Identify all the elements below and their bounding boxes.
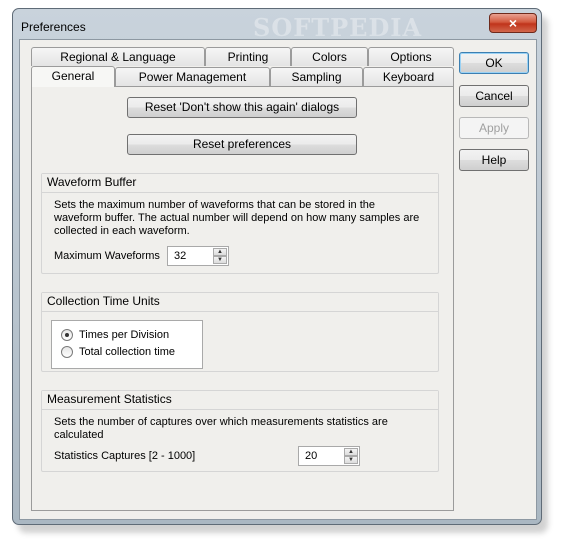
waveform-buffer-title: Waveform Buffer (42, 174, 438, 193)
preferences-window: SOFTPEDIA Preferences × Regional & Langu… (12, 8, 542, 525)
spin-down-icon[interactable]: ▼ (213, 256, 227, 264)
tab-sampling[interactable]: Sampling (270, 67, 363, 86)
radio-total-collection-time[interactable] (61, 346, 73, 358)
statistics-captures-value[interactable]: 20 (305, 450, 317, 462)
tab-options[interactable]: Options (368, 47, 454, 66)
apply-button[interactable]: Apply (459, 117, 529, 139)
dialog-client-area: Regional & Language Printing Colors Opti… (19, 39, 537, 520)
tab-general[interactable]: General (31, 66, 115, 87)
statistics-captures-label: Statistics Captures [2 - 1000] (54, 450, 196, 462)
collection-time-options: Times per Division Total collection time (51, 320, 203, 369)
reset-preferences-button[interactable]: Reset preferences (127, 134, 357, 155)
radio-times-per-division[interactable] (61, 329, 73, 341)
radio-selected-dot (65, 333, 69, 337)
spin-up-icon[interactable]: ▲ (344, 448, 358, 456)
measurement-statistics-title: Measurement Statistics (42, 391, 438, 410)
total-collection-time-label[interactable]: Total collection time (79, 346, 175, 359)
tab-colors[interactable]: Colors (291, 47, 368, 66)
close-button[interactable]: × (489, 13, 537, 33)
general-tab-panel: Reset 'Don't show this again' dialogs Re… (31, 86, 454, 511)
tab-keyboard[interactable]: Keyboard (363, 67, 454, 86)
reset-dialogs-button[interactable]: Reset 'Don't show this again' dialogs (127, 97, 357, 118)
watermark: SOFTPEDIA (253, 13, 423, 42)
maximum-waveforms-value[interactable]: 32 (174, 250, 186, 262)
waveform-buffer-description: Sets the maximum number of waveforms tha… (54, 199, 420, 237)
collection-time-title: Collection Time Units (42, 293, 438, 312)
waveform-buffer-group: Waveform Buffer Sets the maximum number … (41, 173, 439, 274)
spin-up-icon[interactable]: ▲ (213, 248, 227, 256)
maximum-waveforms-label: Maximum Waveforms (54, 250, 160, 262)
tab-printing[interactable]: Printing (205, 47, 291, 66)
window-title: Preferences (21, 20, 86, 34)
collection-time-group: Collection Time Units Times per Division… (41, 292, 439, 372)
tab-regional-language[interactable]: Regional & Language (31, 47, 205, 66)
help-button[interactable]: Help (459, 149, 529, 171)
tab-power-management[interactable]: Power Management (115, 67, 270, 86)
spin-down-icon[interactable]: ▼ (344, 456, 358, 464)
measurement-statistics-group: Measurement Statistics Sets the number o… (41, 390, 439, 472)
ok-button[interactable]: OK (459, 52, 529, 74)
times-per-division-label[interactable]: Times per Division (79, 329, 169, 342)
measurement-statistics-description: Sets the number of captures over which m… (54, 416, 388, 441)
statistics-captures-spinner[interactable]: 20 ▲ ▼ (298, 446, 360, 466)
cancel-button[interactable]: Cancel (459, 85, 529, 107)
maximum-waveforms-spinner[interactable]: 32 ▲ ▼ (167, 246, 229, 266)
